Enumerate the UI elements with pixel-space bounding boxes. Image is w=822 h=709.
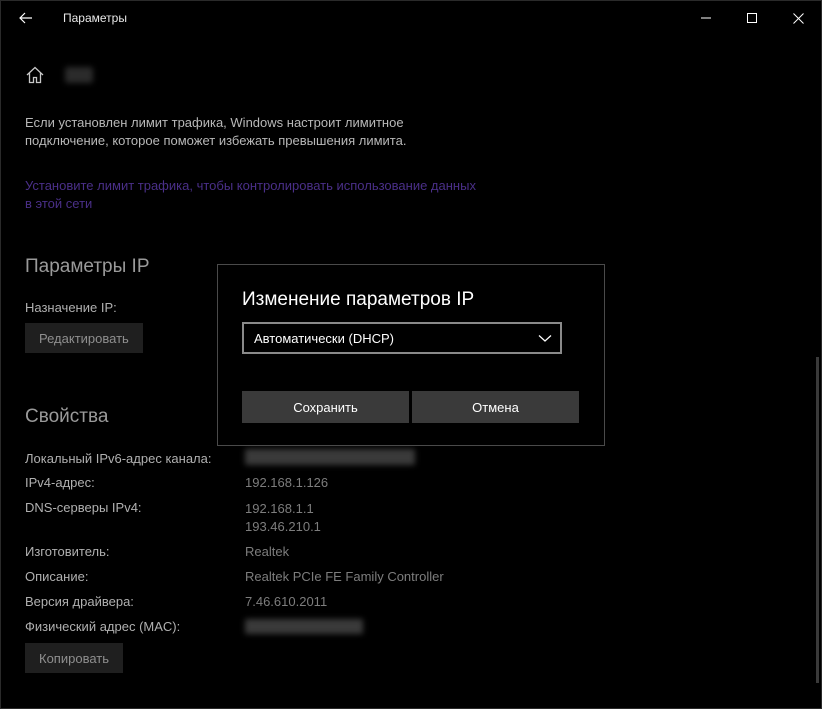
edit-ip-dialog: Изменение параметров IP Автоматически (D…	[217, 264, 605, 446]
property-label: Изготовитель:	[25, 544, 110, 559]
property-label: Версия драйвера:	[25, 594, 134, 609]
property-label: IPv4-адрес:	[25, 475, 95, 490]
save-button[interactable]: Сохранить	[242, 391, 409, 423]
dialog-title: Изменение параметров IP	[242, 289, 475, 310]
property-value: Realtek	[245, 544, 290, 559]
property-label: Описание:	[25, 569, 89, 584]
ip-settings-heading: Параметры IP	[25, 256, 150, 277]
property-value: 192.168.1.126	[245, 475, 329, 490]
home-icon	[26, 66, 44, 84]
cancel-button[interactable]: Отмена	[412, 391, 579, 423]
ipv6-value-redacted	[245, 449, 415, 465]
ip-assignment-dropdown[interactable]: Автоматически (DHCP)	[242, 322, 562, 354]
mac-value-redacted	[245, 619, 363, 634]
property-value: 7.46.610.2011	[245, 594, 328, 609]
ip-assignment-label: Назначение IP:	[25, 300, 117, 315]
property-value: 193.46.210.1	[245, 519, 321, 534]
home-button[interactable]	[25, 65, 45, 85]
edit-ip-button[interactable]: Редактировать	[25, 323, 143, 353]
properties-heading: Свойства	[25, 406, 109, 427]
settings-window: Параметры Если установлен лимит трафика,…	[0, 0, 822, 709]
property-label: DNS-серверы IPv4:	[25, 500, 142, 515]
copy-properties-button[interactable]: Копировать	[25, 643, 123, 673]
set-data-limit-link[interactable]: Установите лимит трафика, чтобы контроли…	[25, 177, 485, 213]
metered-connection-description: Если установлен лимит трафика, Windows н…	[25, 115, 407, 148]
chevron-down-icon	[538, 335, 552, 342]
page-heading-redacted	[65, 67, 93, 83]
scrollbar[interactable]	[816, 357, 819, 683]
property-label: Локальный IPv6-адрес канала:	[25, 451, 212, 466]
property-value: 192.168.1.1	[245, 501, 314, 516]
property-label: Физический адрес (MAC):	[25, 619, 181, 634]
dropdown-selected-value: Автоматически (DHCP)	[254, 330, 394, 346]
property-value: Realtek PCIe FE Family Controller	[245, 569, 444, 584]
